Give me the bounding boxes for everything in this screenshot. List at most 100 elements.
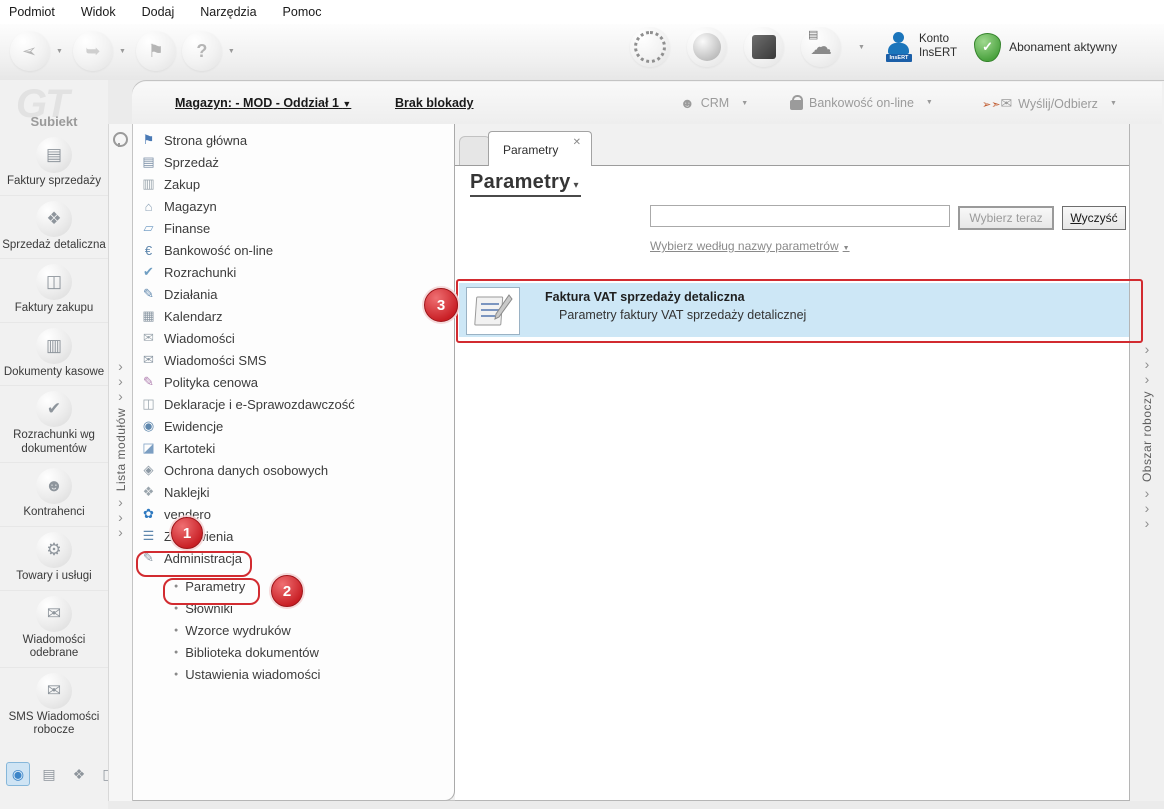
pin-icon[interactable] (113, 132, 128, 147)
menu-narzędzia[interactable]: Narzędzia (200, 5, 256, 19)
sync-spinner-button[interactable] (630, 27, 670, 67)
globe-button[interactable] (687, 27, 727, 67)
konto-insert-button[interactable]: InsERT Konto InsERT (885, 32, 957, 62)
chevron-right-icon[interactable] (1145, 342, 1150, 357)
module-item-ewidencje[interactable]: ◉ Ewidencje (133, 415, 454, 437)
activities-icon: ✎ (143, 286, 154, 301)
module-item-administracja[interactable]: ✎ Administracja (133, 547, 454, 569)
chevron-down-icon[interactable] (858, 44, 865, 51)
subiekt-gt-window: Podmiot Widok Dodaj Narzędzia Pomoc ➢ ➥ ⚑ ? … (0, 0, 1164, 809)
tab-parametry[interactable]: Parametry (488, 131, 592, 166)
menu-widok[interactable]: Widok (81, 5, 116, 19)
padlock-icon (790, 95, 803, 110)
module-subitem-wzorce-wydruków[interactable]: Wzorce wydruków (133, 619, 454, 641)
sidebar-item-rozrachunki-wg-dokumentów[interactable]: ✔ Rozrachunki wg dokumentów (0, 385, 108, 462)
online-banking-button[interactable]: Bankowość on-line (790, 95, 937, 110)
chevron-right-icon[interactable] (118, 359, 123, 374)
chevron-right-icon[interactable] (1145, 501, 1150, 516)
sidebar-item-kontrahenci[interactable]: ☻ Kontrahenci (0, 462, 108, 526)
select-now-button[interactable]: Wybierz teraz (958, 206, 1054, 230)
module-item-zakup[interactable]: ▥ Zakup (133, 173, 454, 195)
menu-dodaj[interactable]: Dodaj (142, 5, 175, 19)
bullet-icon (174, 627, 178, 634)
module-item-bankowość-on-line[interactable]: € Bankowość on-line (133, 239, 454, 261)
search-input[interactable] (650, 205, 950, 227)
module-item-zestawienia[interactable]: ☰ Zestawienia (133, 525, 454, 547)
shield-check-icon: ✓ (974, 32, 1002, 62)
cloud-server-button[interactable]: ▤ (801, 27, 841, 67)
module-item-działania[interactable]: ✎ Działania (133, 283, 454, 305)
module-group-sales-icon[interactable]: ▤ (38, 763, 60, 785)
module-item-magazyn[interactable]: ⌂ Magazyn (133, 195, 454, 217)
module-item-kalendarz[interactable]: ▦ Kalendarz (133, 305, 454, 327)
chevron-right-icon[interactable] (118, 374, 123, 389)
module-item-rozrachunki[interactable]: ✔ Rozrachunki (133, 261, 454, 283)
menu-podmiot[interactable]: Podmiot (9, 5, 55, 19)
module-subitem-słowniki[interactable]: Słowniki (133, 597, 454, 619)
chevron-right-icon[interactable] (118, 389, 123, 404)
warehouse-selector-link[interactable]: Magazyn: - MOD - Oddział 1 ▼ (175, 96, 351, 110)
document-pen-icon (466, 287, 520, 335)
chevron-down-icon[interactable] (228, 48, 235, 55)
purchase-invoices-icon: ◫ (36, 264, 72, 301)
module-group-main-icon[interactable]: ◉ (6, 762, 30, 786)
stickers-icon: ❖ (142, 484, 155, 499)
forward-arrow-button[interactable]: ➥ (72, 31, 113, 71)
globe-icon (693, 33, 721, 61)
send-receive-button[interactable]: ➢➣✉ Wyślij/Odbierz (982, 95, 1121, 112)
chevron-right-icon[interactable] (118, 510, 123, 525)
cash-documents-icon: ▥ (36, 327, 72, 364)
module-item-vendero[interactable]: ✿ vendero (133, 503, 454, 525)
chevron-right-icon[interactable] (118, 495, 123, 510)
work-area-strip[interactable]: Obszar roboczy (1129, 124, 1164, 801)
sidebar-item-faktury-zakupu[interactable]: ◫ Faktury zakupu (0, 258, 108, 322)
close-icon[interactable] (573, 137, 581, 148)
sidebar-item-faktury-sprzedaży[interactable]: ▤ Faktury sprzedaży (0, 132, 108, 195)
sidebar-item-sms-wiadomości-robocze[interactable]: ✉ SMS Wiadomości robocze (0, 666, 108, 744)
parameter-item-faktura-vat-detaliczna[interactable]: Faktura VAT sprzedaży detaliczna Paramet… (459, 283, 1131, 337)
module-subitem-ustawienia-wiadomości[interactable]: Ustawienia wiadomości (133, 663, 454, 685)
page-title-menu[interactable]: Parametry (470, 171, 581, 197)
crm-button[interactable]: ☻ CRM (680, 95, 752, 111)
module-sidebar: GT Subiekt ▤ Faktury sprzedaży ❖ Sprzedaż d… (0, 80, 116, 809)
module-item-ochrona-danych-osobowych[interactable]: ◈ Ochrona danych osobowych (133, 459, 454, 481)
chevron-right-icon[interactable] (1145, 516, 1150, 531)
cube-button[interactable] (744, 27, 784, 67)
flag-marker-button[interactable]: ⚑ (135, 31, 176, 71)
result-description: Parametry faktury VAT sprzedaży detalicz… (559, 308, 807, 322)
sidebar-item-towary-i-usługi[interactable]: ⚙ Towary i usługi (0, 525, 108, 590)
chevron-right-icon[interactable] (1145, 486, 1150, 501)
chevron-right-icon[interactable] (1145, 372, 1150, 387)
module-subitem-biblioteka-dokumentów[interactable]: Biblioteka dokumentów (133, 641, 454, 663)
settlements-by-documents-icon: ✔ (36, 391, 72, 428)
messages-icon: ✉ (143, 330, 154, 345)
module-item-finanse[interactable]: ▱ Finanse (133, 217, 454, 239)
chevron-right-icon[interactable] (1145, 357, 1150, 372)
module-item-sprzedaż[interactable]: ▤ Sprzedaż (133, 151, 454, 173)
konto-label-line1: Konto (918, 33, 949, 46)
module-item-naklejki[interactable]: ❖ Naklejki (133, 481, 454, 503)
help-button[interactable]: ? (181, 31, 222, 71)
module-subitem-parametry[interactable]: Parametry (133, 575, 454, 597)
lock-status-link[interactable]: Brak blokady (395, 96, 474, 110)
filter-by-name-link[interactable]: Wybierz według nazwy parametrów (650, 239, 854, 253)
module-item-polityka-cenowa[interactable]: ✎ Polityka cenowa (133, 371, 454, 393)
sidebar-item-dokumenty-kasowe[interactable]: ▥ Dokumenty kasowe (0, 321, 108, 386)
chevron-down-icon[interactable] (56, 48, 63, 55)
clear-button[interactable]: Wyczyść (1062, 206, 1126, 230)
sidebar-item-wiadomości-odebrane[interactable]: ✉ Wiadomości odebrane (0, 589, 108, 667)
menu-pomoc[interactable]: Pomoc (283, 5, 322, 19)
subscription-status-button[interactable]: ✓ Abonament aktywny (974, 32, 1117, 62)
sidebar-item-sprzedaż-detaliczna[interactable]: ❖ Sprzedaż detaliczna (0, 194, 108, 259)
module-group-warehouse-icon[interactable]: ❖ (68, 763, 90, 785)
modules-list-strip[interactable]: Lista modułów (108, 124, 132, 801)
module-item-wiadomości[interactable]: ✉ Wiadomości (133, 327, 454, 349)
module-item-strona-główna[interactable]: ⚑ Strona główna (133, 129, 454, 151)
module-item-wiadomości-sms[interactable]: ✉ Wiadomości SMS (133, 349, 454, 371)
chevron-right-icon[interactable] (118, 525, 123, 540)
module-item-deklaracje-i-e-sprawozdawczość[interactable]: ◫ Deklaracje i e-Sprawozdawczość (133, 393, 454, 415)
sales-invoices-icon: ▤ (36, 137, 72, 173)
module-item-kartoteki[interactable]: ◪ Kartoteki (133, 437, 454, 459)
select-arrow-button[interactable]: ➢ (10, 31, 50, 71)
chevron-down-icon[interactable] (119, 48, 126, 55)
